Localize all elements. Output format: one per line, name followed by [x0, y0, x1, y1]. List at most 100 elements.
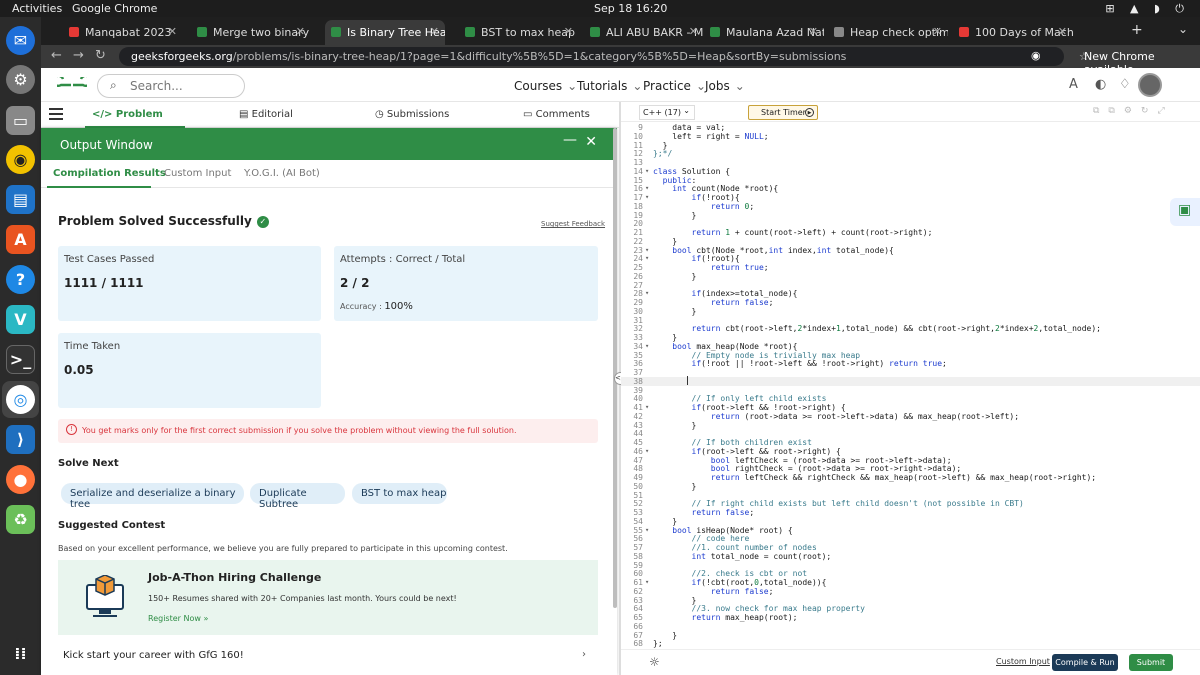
tab-close-icon[interactable]: ✕ — [1058, 25, 1067, 38]
browser-tab[interactable]: Heap check optimiz ✕ — [828, 20, 948, 45]
profile-icon[interactable]: ◉ — [1031, 49, 1041, 62]
code-line: 62 return false; — [621, 587, 1200, 596]
tab-close-icon[interactable]: ✕ — [933, 25, 942, 38]
editor-action-icons[interactable]: ⧉⧉⚙↻⤢ — [1093, 106, 1174, 116]
code-editor[interactable]: 9 data = val; 10 left = right = NULL; 11 }… — [621, 122, 1200, 649]
settings-gear-icon[interactable]: ⚙ — [6, 65, 35, 94]
output-scrollbar[interactable] — [613, 128, 617, 608]
browser-tab[interactable]: Maulana Azad Natio✕ — [704, 20, 824, 45]
translate-icon[interactable]: A — [1069, 77, 1078, 92]
tab-close-icon[interactable]: ✕ — [809, 25, 818, 38]
code-line: 32 return cbt(root->left,2*index+1,total… — [621, 324, 1200, 333]
register-now-link[interactable]: Register Now » — [148, 614, 208, 623]
code-line: 37 — [621, 368, 1200, 377]
tab-compilation-results[interactable]: Compilation Results — [53, 168, 166, 179]
custom-input-link[interactable]: Custom Input — [996, 657, 1050, 666]
contest-card[interactable]: Job-A-Thon Hiring Challenge 150+ Resumes… — [58, 560, 598, 635]
tutorials-menu[interactable]: Tutorials — [577, 79, 642, 93]
firefox-icon[interactable]: ● — [6, 465, 35, 494]
gfg160-banner[interactable]: Kick start your career with GfG 160! › — [58, 643, 598, 668]
tab-submissions[interactable]: ◷ Submissions — [375, 109, 449, 120]
start-timer-button[interactable]: Start Timer ▶ — [748, 105, 818, 120]
show-apps-icon[interactable]: ⁞⁞ — [6, 639, 35, 668]
tab-search-icon[interactable]: ⌄ — [1178, 22, 1188, 36]
fold-toggle-icon[interactable]: ▾ — [645, 167, 653, 176]
line-number: 42 — [633, 411, 643, 421]
vscode-icon[interactable]: ⟩ — [6, 425, 35, 454]
new-tab-button[interactable]: + — [1131, 22, 1143, 38]
line-number: 30 — [633, 306, 643, 316]
tab-problem[interactable]: </> Problem — [92, 109, 163, 120]
browser-tab[interactable]: BST to max heap | F✕ — [459, 20, 579, 45]
solve-next-chip[interactable]: Serialize and deserialize a binary tree — [61, 483, 244, 510]
dark-mode-icon[interactable]: ◐ — [1095, 77, 1106, 92]
system-tray-icons[interactable]: ⊞ ▲ ◗ ⏻ — [1105, 2, 1190, 16]
language-select[interactable]: C++ (17) — [639, 105, 695, 120]
lightbulb-icon[interactable]: ☼ — [649, 655, 660, 669]
clock[interactable]: Sep 18 16:20 — [594, 2, 667, 15]
minimize-icon[interactable]: — — [563, 132, 577, 148]
activities-button[interactable]: Activities — [12, 2, 62, 15]
tab-comments[interactable]: ▭ Comments — [523, 109, 590, 120]
help-icon[interactable]: ? — [6, 265, 35, 294]
code-text: bool max_heap(Node *root){ — [672, 341, 798, 351]
fold-toggle-icon[interactable]: ▾ — [645, 342, 653, 351]
browser-tab[interactable]: Merge two binary M✕ — [191, 20, 311, 45]
tab-close-icon[interactable]: ✕ — [689, 25, 698, 38]
search-input[interactable]: ⌕ Search... — [97, 74, 245, 98]
active-app-menu[interactable]: Google Chrome — [72, 2, 157, 15]
jobs-menu[interactable]: Jobs — [705, 79, 745, 93]
browser-tab[interactable]: 100 Days of Machin ✕ — [953, 20, 1073, 45]
vscode-alt-icon[interactable]: V — [6, 305, 35, 334]
fold-toggle-icon[interactable]: ▾ — [645, 447, 653, 456]
app-center-icon[interactable]: A — [6, 225, 35, 254]
notification-bell-icon[interactable]: ♢ — [1119, 77, 1131, 92]
forward-icon[interactable]: → — [73, 48, 84, 63]
tab-close-icon[interactable]: ✕ — [296, 25, 305, 38]
tab-editorial[interactable]: ▤ Editorial — [239, 109, 293, 120]
fold-toggle-icon[interactable]: ▾ — [645, 289, 653, 298]
line-number: 56 — [633, 534, 643, 544]
back-icon[interactable]: ← — [51, 48, 62, 63]
avatar[interactable] — [1138, 73, 1162, 97]
gfg160-text: Kick start your career with GfG 160! — [63, 650, 244, 661]
close-icon[interactable]: ✕ — [585, 134, 597, 150]
suggest-feedback-link[interactable]: Suggest Feedback — [541, 220, 605, 228]
reload-icon[interactable]: ↻ — [95, 48, 106, 63]
fold-toggle-icon[interactable]: ▾ — [645, 526, 653, 535]
chat-floating-icon[interactable]: ▣ — [1170, 198, 1200, 226]
fold-toggle-icon[interactable]: ▾ — [645, 246, 653, 255]
browser-tab[interactable]: Manqabat 2023 ✕ — [63, 20, 183, 45]
fold-toggle-icon[interactable]: ▾ — [645, 184, 653, 193]
solve-next-chip[interactable]: BST to max heap — [352, 483, 447, 504]
compile-run-button[interactable]: Compile & Run — [1052, 654, 1118, 671]
files-icon[interactable]: ▭ — [6, 106, 35, 135]
rhythmbox-icon[interactable]: ◉ — [6, 145, 35, 174]
hamburger-menu-icon[interactable] — [49, 108, 63, 120]
thunderbird-icon[interactable]: ✉ — [6, 26, 35, 55]
chrome-icon[interactable]: ◎ — [6, 385, 35, 414]
fold-toggle-icon[interactable]: ▾ — [645, 254, 653, 263]
address-bar[interactable]: geeksforgeeks.org/problems/is-binary-tre… — [119, 47, 1089, 66]
submit-button[interactable]: Submit — [1129, 654, 1173, 671]
writer-icon[interactable]: ▤ — [6, 185, 35, 214]
fold-toggle-icon[interactable]: ▾ — [645, 403, 653, 412]
trash-icon[interactable]: ♻ — [6, 505, 35, 534]
tab-yogi-ai-bot[interactable]: Y.O.G.I. (AI Bot) — [244, 168, 320, 179]
fold-toggle-icon[interactable]: ▾ — [645, 193, 653, 202]
gfg-logo[interactable] — [52, 74, 92, 93]
test-cases-label: Test Cases Passed — [64, 254, 155, 265]
tab-favicon-icon — [465, 27, 475, 37]
fold-toggle-icon[interactable]: ▾ — [645, 578, 653, 587]
practice-menu[interactable]: Practice — [643, 79, 706, 93]
browser-tab[interactable]: Is Binary Tree Heap ✕ — [325, 20, 445, 45]
tab-close-icon[interactable]: ✕ — [430, 25, 439, 38]
browser-tab[interactable]: ALI ABU BAKR - Ma ✕ — [584, 20, 704, 45]
tab-close-icon[interactable]: ✕ — [168, 25, 177, 38]
tab-close-icon[interactable]: ✕ — [564, 25, 573, 38]
tab-editorial-label: Editorial — [251, 109, 293, 120]
tab-custom-input[interactable]: Custom Input — [164, 168, 231, 179]
solve-next-chip[interactable]: Duplicate Subtree — [250, 483, 345, 510]
courses-menu[interactable]: Courses — [514, 79, 577, 93]
terminal-icon[interactable]: >_ — [6, 345, 35, 374]
